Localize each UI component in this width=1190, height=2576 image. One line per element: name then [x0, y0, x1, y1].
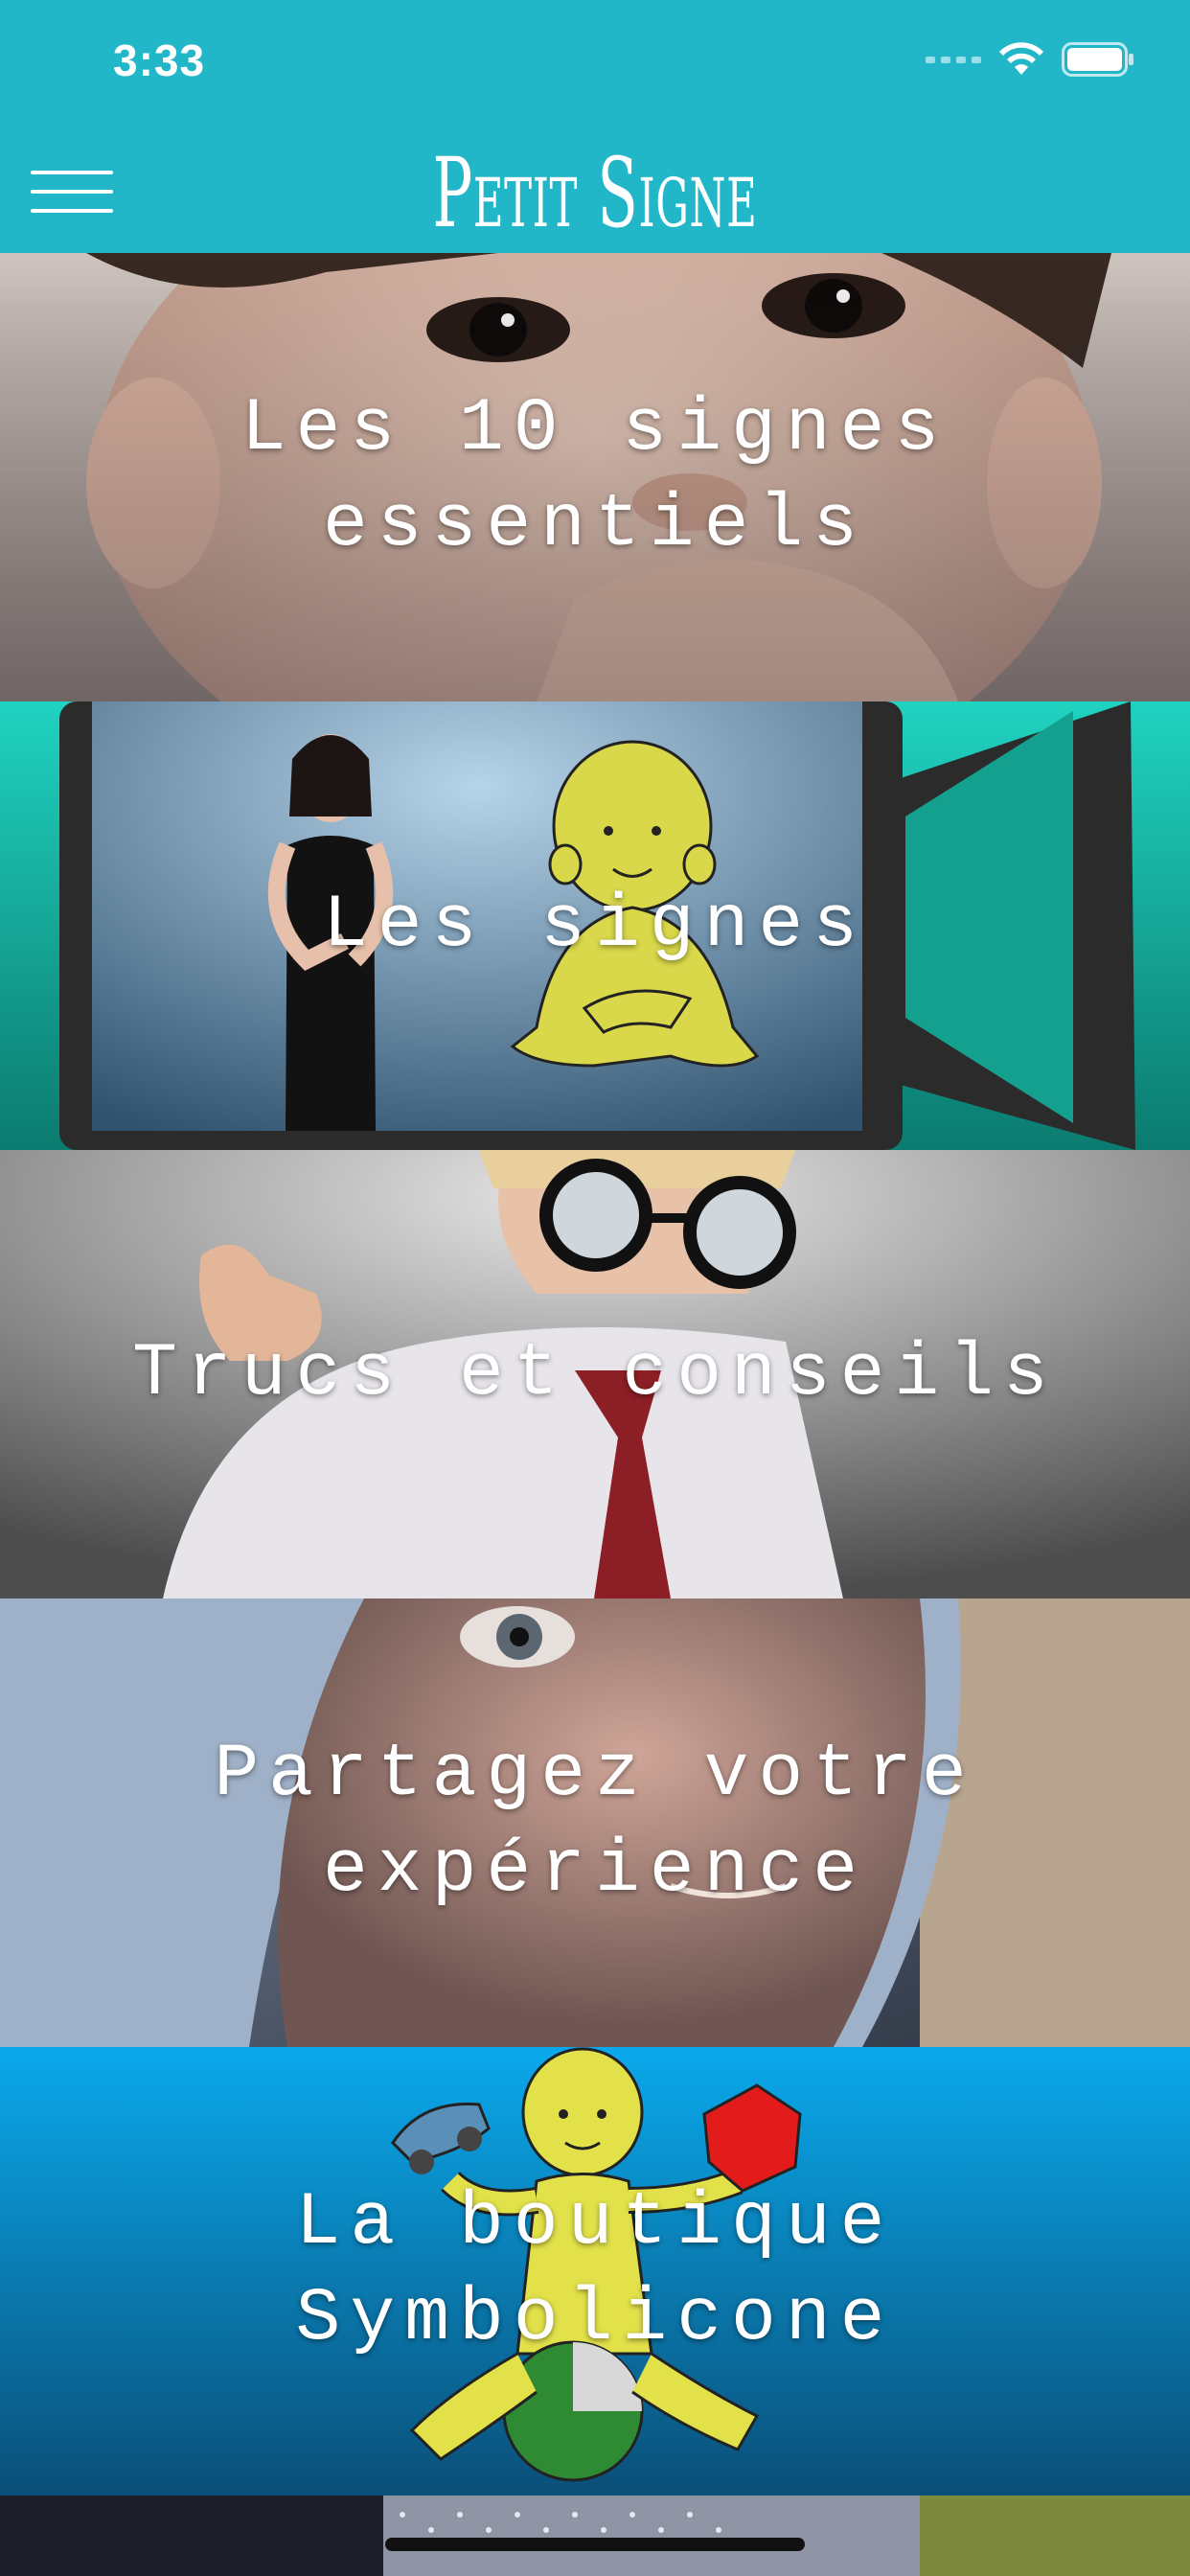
tile-share-experience[interactable]: Partagez votre expérience — [0, 1598, 1190, 2047]
tile-label: Les 10 signes essentiels — [240, 387, 950, 567]
tile-next[interactable] — [0, 2496, 1190, 2576]
tile-essential-signs[interactable]: Les 10 signes essentiels — [0, 253, 1190, 702]
status-indicators — [926, 42, 1134, 77]
tile-label: Les signes — [322, 884, 868, 968]
tile-label: Trucs et conseils — [132, 1332, 1058, 1416]
tile-signs[interactable]: Les signes — [0, 702, 1190, 1150]
hamburger-menu-icon[interactable] — [29, 163, 115, 220]
tile-label: La boutique Symbolicone — [295, 2181, 895, 2361]
tile-label: Partagez votre expérience — [214, 1733, 976, 1913]
navigation-bar: Petit Signe — [0, 126, 1190, 253]
tile-shop[interactable]: La boutique Symbolicone — [0, 2047, 1190, 2496]
cellular-signal-icon — [926, 56, 981, 63]
battery-icon — [1062, 42, 1133, 77]
home-indicator[interactable] — [385, 2538, 805, 2551]
next-tile-photo — [0, 2496, 1190, 2576]
status-bar: 3:33 — [0, 0, 1190, 126]
wifi-icon — [999, 42, 1043, 75]
status-time: 3:33 — [113, 35, 206, 85]
tile-tips[interactable]: Trucs et conseils — [0, 1150, 1190, 1598]
app-title: Petit Signe — [432, 137, 758, 249]
